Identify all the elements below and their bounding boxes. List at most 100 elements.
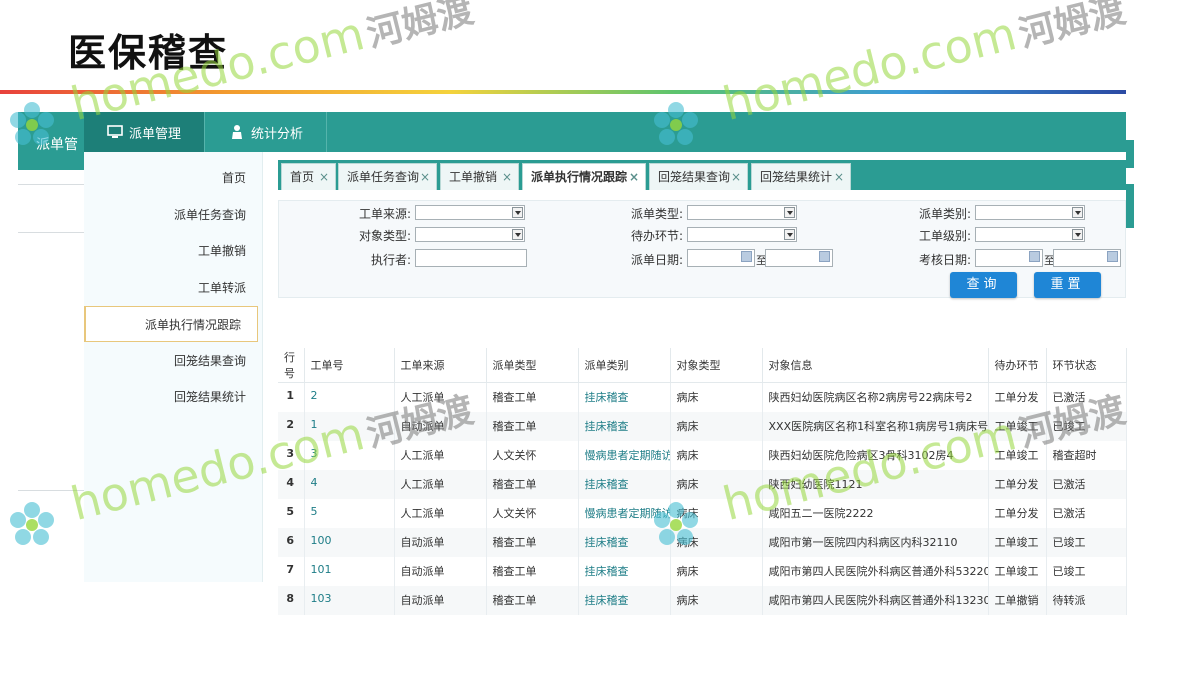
dispatch-category-select[interactable] [975, 205, 1085, 220]
dispatch-category-link[interactable]: 挂床稽查 [578, 556, 671, 586]
header-tab-dispatch[interactable]: 派单管理 [84, 112, 204, 152]
order-number-link[interactable]: 3 [304, 440, 395, 470]
close-icon[interactable]: × [319, 164, 329, 190]
tab-task-query[interactable]: 派单任务查询 × [338, 163, 437, 190]
close-icon[interactable]: × [420, 164, 430, 190]
object-type-cell: 病床 [670, 556, 763, 586]
table-row[interactable]: 7 101 自动派单 稽查工单 挂床稽查 病床 咸阳市第四人民医院外科病区普通外科53220… [278, 556, 1127, 586]
object-type-cell: 病床 [670, 411, 763, 441]
order-level-label: 工单级别: [918, 229, 971, 243]
sidebar-item-home[interactable]: 首页 [84, 160, 262, 196]
col-header-order-number[interactable]: 工单号 [304, 348, 395, 383]
close-icon[interactable]: × [502, 164, 512, 190]
calendar-icon[interactable] [741, 251, 752, 262]
table-row[interactable]: 8 103 自动派单 稽查工单 挂床稽查 病床 咸阳市第四人民医院外科病区普通外科13230… [278, 585, 1127, 615]
rainbow-divider [0, 90, 1126, 94]
col-header-dispatch-type[interactable]: 派单类型 [486, 348, 579, 383]
close-icon[interactable]: × [629, 164, 639, 190]
order-number-link[interactable]: 2 [304, 382, 395, 412]
chevron-down-icon [784, 207, 795, 218]
dispatch-category-link[interactable]: 挂床稽查 [578, 411, 671, 441]
reset-button[interactable]: 重置 [1034, 272, 1101, 298]
order-level-select[interactable] [975, 227, 1085, 242]
executor-input[interactable] [415, 249, 527, 267]
dispatch-type-select[interactable] [687, 205, 797, 220]
table-row[interactable]: 3 3 人工派单 人文关怀 慢病患者定期随访 病床 陕西妇幼医院危险病区3骨科3102房4 工… [278, 440, 1127, 470]
tab-label: 首页 [290, 170, 315, 184]
dispatch-category-link[interactable]: 挂床稽查 [578, 527, 671, 557]
order-number-link[interactable]: 101 [304, 556, 395, 586]
dispatch-date-label: 派单日期: [630, 253, 683, 267]
col-header-dispatch-category[interactable]: 派单类别 [578, 348, 671, 383]
header-separator [326, 112, 327, 152]
review-date-start[interactable] [975, 249, 1043, 267]
table-row[interactable]: 1 2 人工派单 稽查工单 挂床稽查 病床 陕西妇幼医院病区名称2病房号22病床号2 工单分发… [278, 382, 1127, 412]
col-header-source[interactable]: 工单来源 [394, 348, 487, 383]
dispatch-type-label: 派单类型: [630, 207, 683, 221]
source-select[interactable] [415, 205, 525, 220]
executor-label: 执行者: [370, 253, 411, 267]
dispatch-category-link[interactable]: 挂床稽查 [578, 382, 671, 412]
dispatch-date-start[interactable] [687, 249, 755, 267]
pending-step-cell: 工单竣工 [988, 411, 1047, 441]
order-number-link[interactable]: 4 [304, 469, 395, 499]
sidebar-item-task-query[interactable]: 派单任务查询 [84, 197, 262, 233]
app-header: 派单管理 统计分析 [84, 112, 1126, 152]
dispatch-category-label: 派单类别: [918, 207, 971, 221]
dispatch-category-link[interactable]: 挂床稽查 [578, 469, 671, 499]
table-body: 1 2 人工派单 稽查工单 挂床稽查 病床 陕西妇幼医院病区名称2病房号22病床号2 工单分发… [278, 382, 1127, 615]
table-row[interactable]: 6 100 自动派单 稽查工单 挂床稽查 病床 咸阳市第一医院四内科病区内科32110 工单竣… [278, 527, 1127, 557]
pending-step-cell: 工单竣工 [988, 527, 1047, 557]
close-icon[interactable]: × [834, 164, 844, 190]
col-header-step-status[interactable]: 环节状态 [1046, 348, 1127, 383]
sidebar-item-execution-tracking[interactable]: 派单执行情况跟踪 [84, 306, 258, 342]
back-window-edge [1126, 184, 1134, 228]
order-number-link[interactable]: 100 [304, 527, 395, 557]
tab-execution-tracking[interactable]: 派单执行情况跟踪 × [522, 163, 646, 190]
sidebar-item-result-stats[interactable]: 回笼结果统计 [84, 379, 262, 415]
col-header-pending-step[interactable]: 待办环节 [988, 348, 1047, 383]
object-info-cell: 陕西妇幼医院危险病区3骨科3102房4 [762, 440, 989, 470]
sidebar-item-cancel-order[interactable]: 工单撤销 [84, 233, 262, 269]
row-number: 1 [278, 382, 305, 412]
tab-result-query[interactable]: 回笼结果查询 × [649, 163, 748, 190]
tab-cancel-order[interactable]: 工单撤销 × [440, 163, 519, 190]
table-row[interactable]: 5 5 人工派单 人文关怀 慢病患者定期随访 病床 咸阳五二一医院2222 工单分发 已激活 [278, 498, 1127, 528]
order-number-link[interactable]: 1 [304, 411, 395, 441]
source-label: 工单来源: [358, 207, 411, 221]
col-header-object-type[interactable]: 对象类型 [670, 348, 763, 383]
dispatch-date-end[interactable] [765, 249, 833, 267]
header-tab-statistics[interactable]: 统计分析 [208, 112, 324, 152]
table-row[interactable]: 4 4 人工派单 稽查工单 挂床稽查 病床 陕西妇幼医院1121 工单分发 已激活 [278, 469, 1127, 499]
dispatch-category-link[interactable]: 慢病患者定期随访 [578, 440, 671, 470]
review-date-end[interactable] [1053, 249, 1121, 267]
pending-step-select[interactable] [687, 227, 797, 242]
object-type-label: 对象类型: [358, 229, 411, 243]
pending-step-cell: 工单分发 [988, 469, 1047, 499]
source-cell: 自动派单 [394, 585, 487, 615]
tab-result-stats[interactable]: 回笼结果统计 × [751, 163, 851, 190]
back-window-edge [1126, 140, 1134, 168]
chevron-down-icon [512, 229, 523, 240]
tab-home[interactable]: 首页 × [281, 163, 336, 190]
dispatch-category-link[interactable]: 慢病患者定期随访 [578, 498, 671, 528]
pending-step-cell: 工单撤销 [988, 585, 1047, 615]
header-separator [204, 112, 205, 152]
close-icon[interactable]: × [731, 164, 741, 190]
calendar-icon[interactable] [819, 251, 830, 262]
dispatch-type-cell: 人文关怀 [486, 440, 579, 470]
sidebar-item-result-query[interactable]: 回笼结果查询 [84, 343, 262, 379]
calendar-icon[interactable] [1029, 251, 1040, 262]
step-status-cell: 稽查超时 [1046, 440, 1127, 470]
query-button[interactable]: 查询 [950, 272, 1017, 298]
sidebar-item-reassign[interactable]: 工单转派 [84, 270, 262, 306]
dispatch-category-link[interactable]: 挂床稽查 [578, 585, 671, 615]
col-header-object-info[interactable]: 对象信息 [762, 348, 989, 383]
calendar-icon[interactable] [1107, 251, 1118, 262]
object-type-select[interactable] [415, 227, 525, 242]
row-number: 2 [278, 411, 305, 441]
order-number-link[interactable]: 103 [304, 585, 395, 615]
tab-label: 派单执行情况跟踪 [531, 170, 628, 184]
order-number-link[interactable]: 5 [304, 498, 395, 528]
table-row[interactable]: 2 1 自动派单 稽查工单 挂床稽查 病床 XXX医院病区名称1科室名称1病房号1病床号1 工… [278, 411, 1127, 441]
